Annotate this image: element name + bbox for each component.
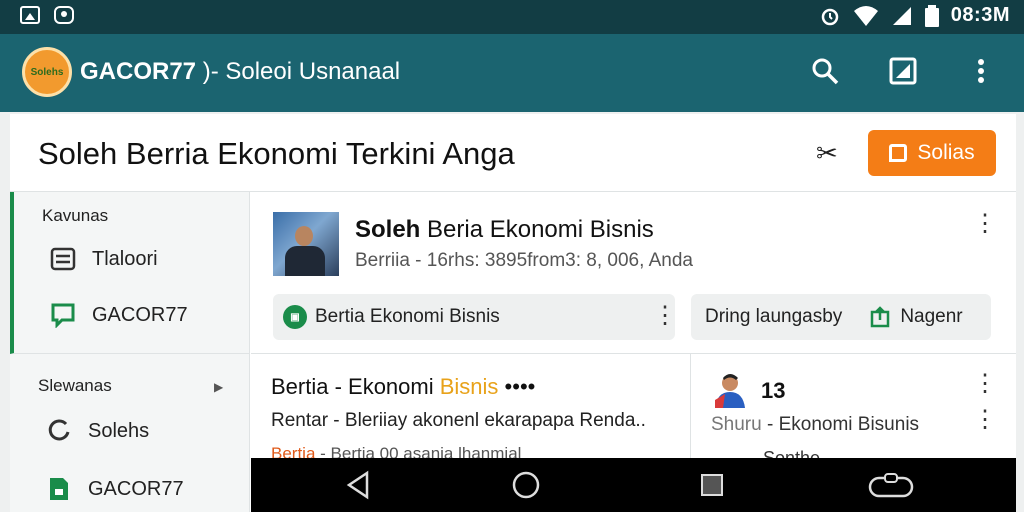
file-icon [50, 478, 68, 500]
feature-post[interactable]: Soleh Beria Ekonomi Bisnis Berriia - 16r… [251, 192, 1016, 354]
post-title: Soleh Beria Ekonomi Bisnis [355, 216, 654, 244]
home-icon[interactable] [511, 470, 541, 500]
back-icon[interactable] [343, 470, 373, 500]
sidebar-item-gacor77-file[interactable]: GACOR77 [46, 476, 184, 502]
refresh-icon [48, 419, 70, 441]
chevron-right-icon[interactable]: ▶ [214, 380, 223, 394]
post-card-title-main: Bertia - Ekonomi [271, 374, 440, 399]
search-icon[interactable] [810, 56, 840, 86]
sidebar-item-solehs[interactable]: Solehs [46, 418, 149, 444]
chip-more-icon[interactable]: ⋮ [653, 304, 677, 328]
alarm-icon [821, 8, 839, 25]
signal-icon [892, 6, 911, 25]
app-bar: Solehs GACOR77 )- Soleoi Usnanaal [0, 34, 1024, 112]
sidebar-item-tlaloori[interactable]: Tlaloori [50, 246, 158, 272]
logo-text: Solehs [30, 66, 64, 78]
sidebar-section-kavunas: Kavunas Tlaloori GACOR77 [10, 192, 249, 354]
sidebar-item-label: Tlaloori [92, 247, 158, 270]
app-title-bold: GACOR77 [80, 58, 197, 85]
action-chip-text: Dring laungasby [705, 306, 843, 327]
image-icon [20, 6, 40, 24]
sidebar-item-gacor77[interactable]: GACOR77 [50, 302, 188, 328]
comment-subtitle: Shuru - Ekonomi Bisunis [711, 414, 919, 436]
app-title-rest: )- Soleoi Usnanaal [196, 58, 401, 85]
solias-button[interactable]: Solias [868, 130, 996, 176]
app-logo[interactable]: Solehs [22, 47, 72, 97]
post-title-rest: Beria Ekonomi Bisnis [420, 216, 654, 243]
navigation-bar [251, 458, 1016, 512]
page-header: Soleh Berria Ekonomi Terkini Anga ✂ Soli… [10, 114, 1016, 192]
battery-icon [924, 4, 939, 27]
comment-author: Shuru [711, 414, 762, 435]
category-chip-label: Bertia Ekonomi Bisnis [315, 306, 500, 327]
camera-icon [54, 6, 74, 24]
sidebar-item-label: Solehs [88, 419, 150, 442]
action-chip[interactable]: Dring laungasby Nagenr [691, 294, 991, 340]
comment-more-icon[interactable]: ⋮ [973, 372, 997, 396]
category-icon: ▣ [283, 305, 307, 329]
post-more-icon[interactable]: ⋮ [973, 212, 997, 236]
chat-icon [51, 303, 75, 328]
recents-icon[interactable] [697, 470, 727, 500]
solias-button-label: Solias [917, 141, 975, 164]
comment-more-icon-2[interactable]: ⋮ [973, 408, 997, 432]
post-card-title: Bertia - Ekonomi Bisnis •••• [271, 374, 535, 400]
post-title-bold: Soleh [355, 216, 421, 243]
post-card-title-highlight: Bisnis [439, 374, 499, 399]
wifi-icon [853, 5, 878, 26]
comment-topic: - Ekonomi Bisunis [761, 414, 920, 435]
post-subtitle: Berriia - 16rhs: 3895from3: 8, 006, Anda [355, 250, 693, 271]
post-card-dots: •••• [504, 374, 536, 399]
comment-icon [889, 144, 908, 162]
post-card-excerpt: Rentar - Bleriiay akonenl ekarapapa Rend… [271, 410, 646, 431]
action-chip-label[interactable]: Nagenr [900, 306, 962, 328]
avatar[interactable] [711, 370, 749, 408]
sidebar-item-label: GACOR77 [92, 303, 188, 326]
page-title: Soleh Berria Ekonomi Terkini Anga [38, 136, 515, 171]
main-card: Soleh Berria Ekonomi Terkini Anga ✂ Soli… [10, 114, 1016, 512]
more-vert-icon[interactable] [966, 56, 996, 86]
status-bar: 08:3M [0, 0, 1024, 34]
share-icon [871, 306, 890, 328]
list-icon [50, 247, 76, 271]
sidebar: Kavunas Tlaloori GACOR77 Slewanas ▶ Sole… [10, 192, 250, 512]
clock: 08:3M [950, 4, 1010, 26]
pin-icon[interactable]: ✂ [816, 138, 838, 169]
sidebar-section-title: Kavunas [42, 206, 109, 225]
sidebar-item-label: GACOR77 [88, 477, 184, 500]
keyboard-icon[interactable] [867, 470, 915, 500]
sidebar-section-title: Slewanas [38, 376, 112, 395]
post-thumbnail[interactable] [273, 212, 339, 276]
sidebar-section-slewanas: Slewanas ▶ Solehs GACOR77 [10, 354, 249, 512]
edit-icon[interactable] [888, 56, 918, 86]
app-title: GACOR77 )- Soleoi Usnanaal [80, 58, 400, 86]
category-chip[interactable]: ▣ Bertia Ekonomi Bisnis ⋮ [273, 294, 677, 340]
comment-count: 13 [761, 378, 786, 403]
